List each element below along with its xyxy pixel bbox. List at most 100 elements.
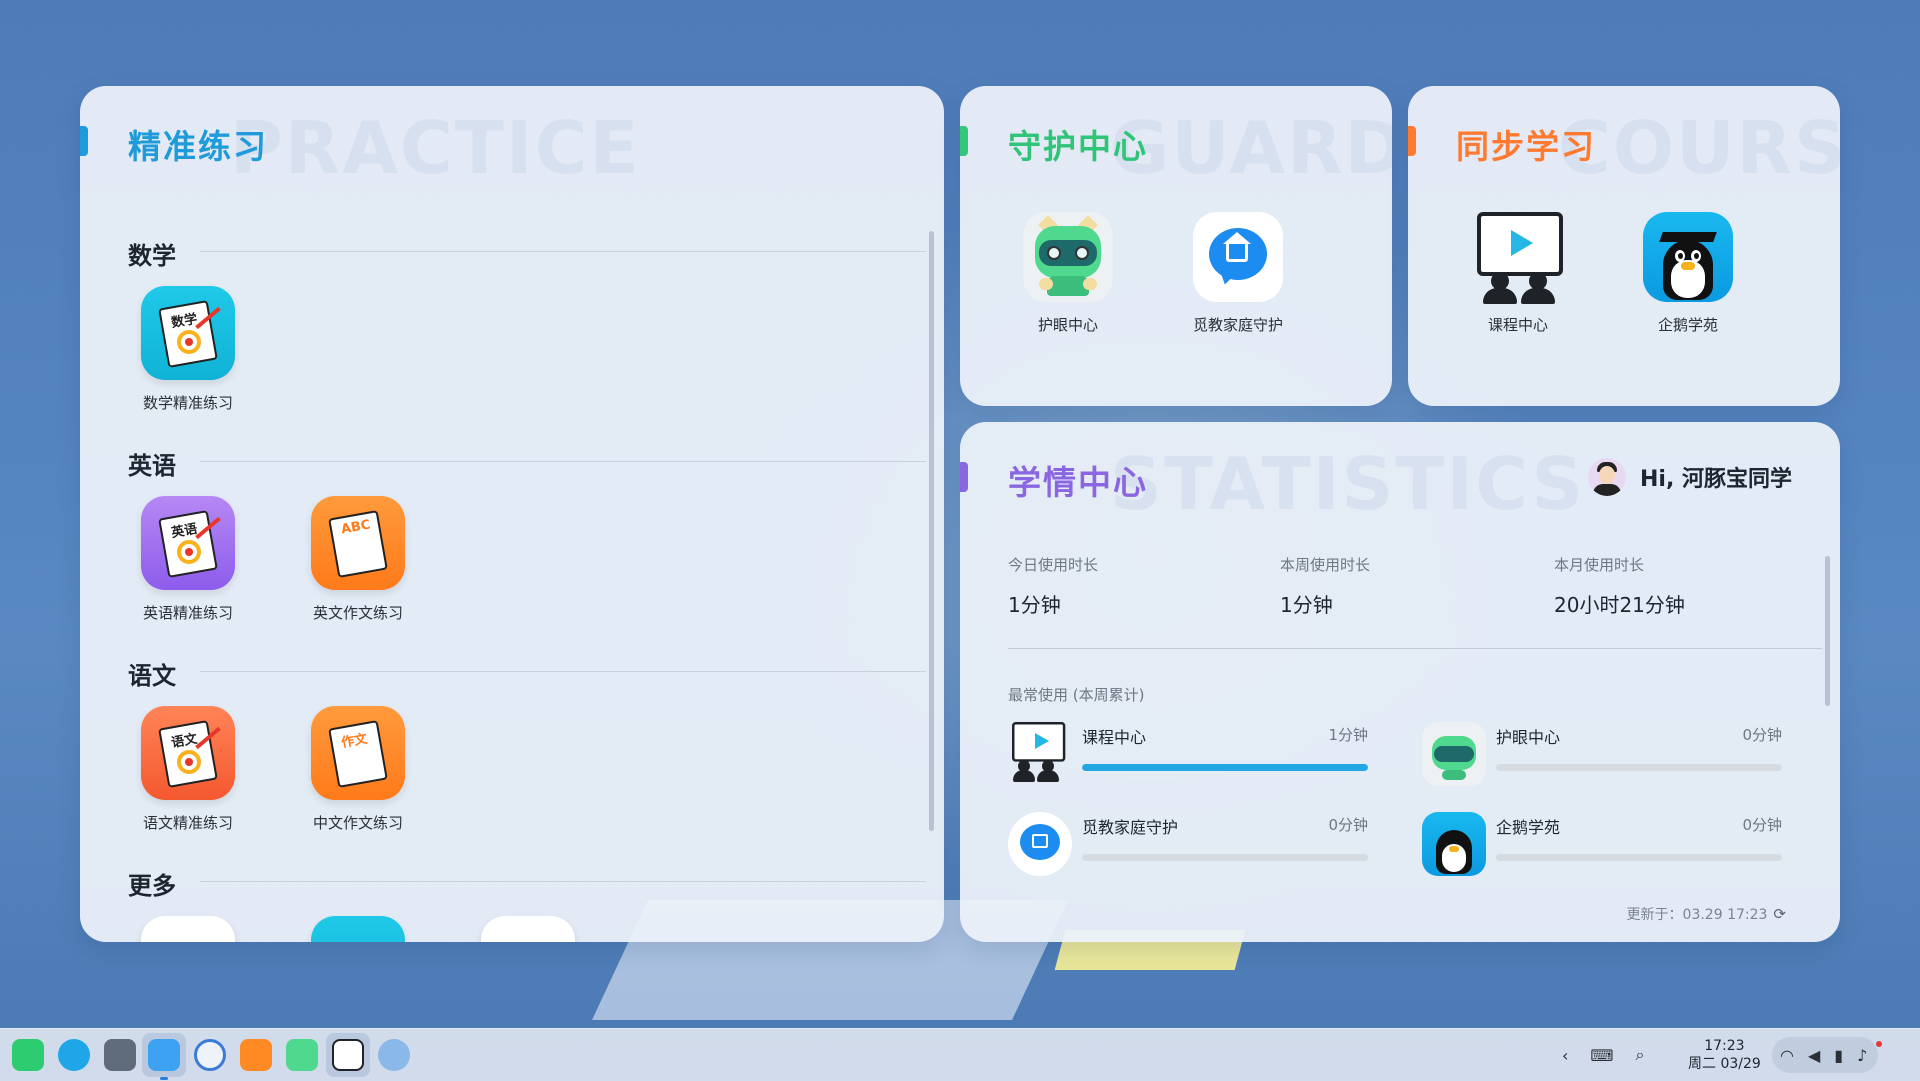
- practice-card: PRACTICE 精准练习 数学 数学 数学精准练习 英语 英语 英语精准练习 …: [80, 86, 944, 942]
- app-math-practice[interactable]: 数学 数学精准练习: [108, 286, 268, 413]
- frequent-item-penguin-academy[interactable]: 企鹅学苑 0分钟: [1422, 812, 1782, 876]
- updated-text: 更新于：03.29 17:23: [1626, 907, 1768, 923]
- battery-icon[interactable]: ▮: [1834, 1046, 1843, 1065]
- frequent-time: 0分钟: [1328, 816, 1368, 834]
- frequent-time: 0分钟: [1742, 816, 1782, 834]
- notebook-icon[interactable]: [311, 916, 405, 942]
- frequent-name: 课程中心: [1082, 728, 1147, 747]
- card-title: 学情中心: [1008, 463, 1148, 502]
- app-store-icon[interactable]: [58, 1039, 90, 1071]
- frequent-time: 1分钟: [1328, 726, 1368, 744]
- search-icon[interactable]: ⌕: [1636, 1045, 1645, 1065]
- eye-care-robot-icon[interactable]: [1023, 212, 1113, 302]
- penguin-academy-icon: [1422, 812, 1486, 876]
- browser-icon[interactable]: [194, 1039, 226, 1071]
- wifi-icon[interactable]: ◠: [1780, 1046, 1794, 1065]
- app-penguin-academy[interactable]: 企鹅学苑: [1618, 212, 1758, 335]
- frequent-name: 企鹅学苑: [1496, 818, 1561, 837]
- course-center-icon: [1008, 722, 1072, 786]
- course-center-icon[interactable]: [1473, 212, 1563, 304]
- chinese-composition-icon[interactable]: 作文: [311, 706, 405, 800]
- card-accent: [960, 462, 968, 492]
- app-label: 课程中心: [1487, 316, 1548, 334]
- settings-icon[interactable]: [378, 1039, 410, 1071]
- avatar[interactable]: [1588, 458, 1627, 496]
- section-divider: [200, 251, 926, 252]
- frequent-item-course-center[interactable]: 课程中心 1分钟: [1008, 722, 1368, 786]
- app-eye-care[interactable]: 护眼中心: [998, 212, 1138, 335]
- multitask-icon[interactable]: [104, 1039, 136, 1071]
- clock[interactable]: 17:23 周二 03/29: [1688, 1037, 1761, 1073]
- app-label: 中文作文练习: [312, 814, 403, 832]
- app-more-1[interactable]: [108, 916, 268, 942]
- status-icons: ◠ ◀ ▮ ♪: [1780, 1029, 1867, 1081]
- frequent-name: 觅教家庭守护: [1082, 818, 1179, 837]
- card-watermark: COURSE: [1558, 106, 1840, 190]
- app-family-guard[interactable]: 觅教家庭守护: [1168, 212, 1308, 335]
- calendar-icon[interactable]: [141, 916, 235, 942]
- chevron-left-icon[interactable]: ‹: [1562, 1046, 1568, 1065]
- launcher-icon[interactable]: [12, 1039, 44, 1071]
- notification-badge: [1876, 1041, 1882, 1047]
- keyboard-icon[interactable]: ⌨: [1590, 1046, 1613, 1065]
- section-divider: [200, 461, 926, 462]
- statistics-card: STATISTICS 学情中心 Hi, 河豚宝同学 今日使用时长 1分钟 本周使…: [960, 422, 1840, 942]
- scrollbar[interactable]: [1825, 556, 1830, 706]
- card-accent: [80, 126, 88, 156]
- updated-time: 更新于：03.29 17:23 ⟳: [1627, 904, 1786, 924]
- frequent-item-family-guard[interactable]: 觅教家庭守护 0分钟: [1008, 812, 1368, 876]
- card-watermark: STATISTICS: [1110, 442, 1586, 526]
- app-more-3[interactable]: [448, 916, 608, 942]
- app-label: 英语精准练习: [142, 604, 233, 622]
- app-chinese-composition[interactable]: 作文 中文作文练习: [278, 706, 438, 833]
- app-label: 英文作文练习: [312, 604, 403, 622]
- card-accent: [960, 126, 968, 156]
- refresh-icon[interactable]: ⟳: [1773, 905, 1786, 923]
- card-watermark: PRACTICE: [230, 106, 641, 190]
- divider: [1008, 648, 1822, 649]
- app-label: 觅教家庭守护: [1192, 316, 1283, 334]
- usage-today: 今日使用时长 1分钟: [1008, 554, 1098, 618]
- practice-app-icon[interactable]: [240, 1039, 272, 1071]
- clock-time: 17:23: [1704, 1038, 1745, 1054]
- family-guard-icon[interactable]: [1193, 212, 1283, 302]
- card-title: 同步学习: [1456, 127, 1596, 166]
- app-more-2[interactable]: [278, 916, 438, 942]
- notification-bell-icon[interactable]: ♪: [1857, 1046, 1867, 1065]
- section-title-math: 数学: [128, 242, 176, 270]
- frequent-time: 0分钟: [1742, 726, 1782, 744]
- usage-progress-bar: [1082, 854, 1368, 861]
- penguin-academy-icon[interactable]: [1643, 212, 1733, 302]
- family-guard-icon: [1008, 812, 1072, 876]
- scrollbar[interactable]: [929, 231, 934, 831]
- chinese-practice-icon[interactable]: 语文: [141, 706, 235, 800]
- app-chinese-practice[interactable]: 语文 语文精准练习: [108, 706, 268, 833]
- greeting-text: Hi, 河豚宝同学: [1640, 467, 1792, 492]
- english-practice-icon[interactable]: 英语: [141, 496, 235, 590]
- section-divider: [200, 881, 926, 882]
- usage-week: 本周使用时长 1分钟: [1280, 554, 1370, 618]
- user-greeting[interactable]: Hi, 河豚宝同学: [1588, 458, 1792, 496]
- eye-care-robot-icon[interactable]: [286, 1039, 318, 1071]
- eye-care-robot-icon: [1422, 722, 1486, 786]
- more-app-icon[interactable]: [481, 916, 575, 942]
- app-english-composition[interactable]: ABC 英文作文练习: [278, 496, 438, 623]
- card-title: 精准练习: [128, 127, 268, 166]
- usage-progress-bar: [1496, 764, 1782, 771]
- usage-label: 本月使用时长: [1554, 556, 1645, 574]
- math-practice-icon[interactable]: 数学: [141, 286, 235, 380]
- app-english-practice[interactable]: 英语 英语精准练习: [108, 496, 268, 623]
- english-composition-icon[interactable]: ABC: [311, 496, 405, 590]
- frequent-item-eye-care[interactable]: 护眼中心 0分钟: [1422, 722, 1782, 786]
- guard-card: GUARDS 守护中心 护眼中心 觅教家庭守护: [960, 86, 1392, 406]
- app-label: 企鹅学苑: [1657, 316, 1718, 334]
- course-center-icon[interactable]: [332, 1039, 364, 1071]
- section-title-chinese: 语文: [128, 662, 176, 690]
- volume-icon[interactable]: ◀: [1808, 1046, 1820, 1065]
- system-tray: ‹ ⌨ ⌕: [1562, 1029, 1644, 1081]
- file-manager-icon[interactable]: [148, 1039, 180, 1071]
- section-title-more: 更多: [128, 872, 176, 900]
- card-watermark: GUARDS: [1110, 106, 1392, 190]
- app-course-center[interactable]: 课程中心: [1448, 212, 1588, 335]
- usage-progress-bar: [1496, 854, 1782, 861]
